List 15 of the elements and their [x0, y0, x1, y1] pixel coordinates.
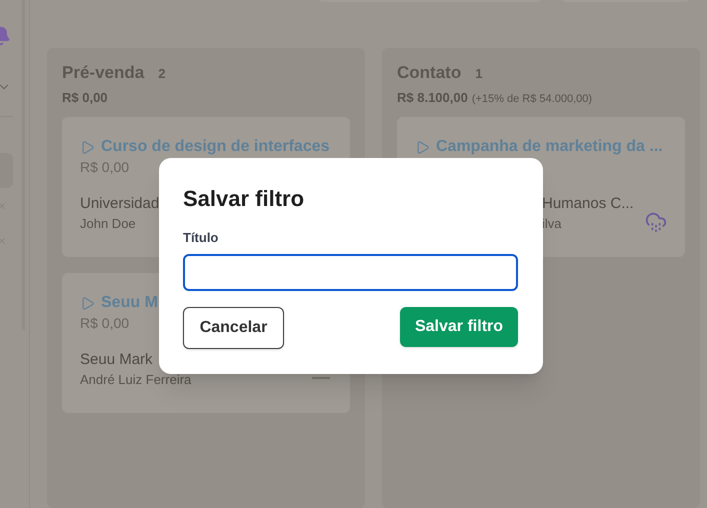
contact-name: ilva: [542, 215, 562, 233]
contact-name: John Doe: [80, 215, 136, 233]
column-amount: R$ 8.100,00: [397, 88, 468, 106]
dialog-title: Salvar filtro: [183, 185, 306, 213]
column-amount: R$ 0,00: [62, 88, 108, 106]
company-name: Humanos C...: [542, 194, 634, 214]
deal-count: 2: [158, 65, 166, 83]
column-title: Pré-venda: [62, 62, 144, 84]
column-title: Contato: [397, 62, 462, 84]
company-name: Universidad: [80, 194, 160, 214]
deal-count: 1: [475, 65, 482, 83]
contact-name: André Luiz Ferreira: [80, 371, 192, 389]
amount-note: (+15% de R$ 54.000,00): [472, 92, 592, 106]
company-name: Seuu Mark: [80, 350, 153, 370]
field-label: Título: [183, 229, 220, 247]
